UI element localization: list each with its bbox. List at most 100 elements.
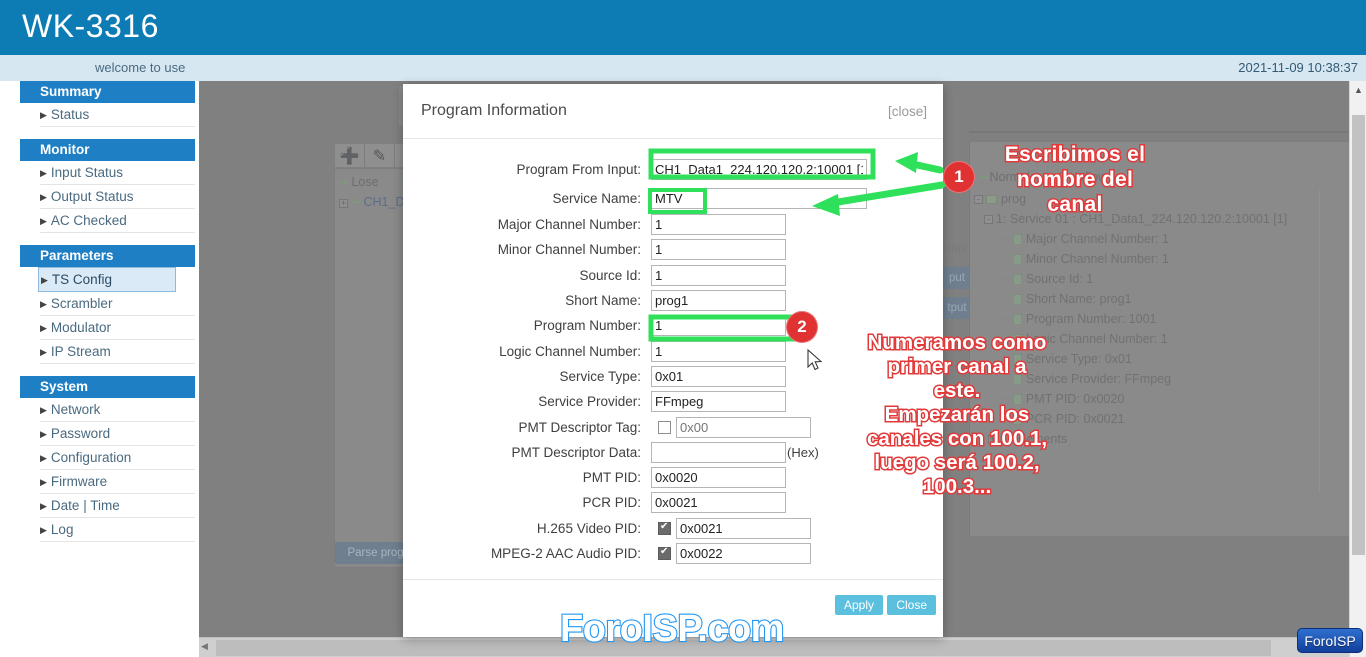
callout-text-2: Numeramos como primer canal a este. Empe… [828,330,1086,500]
triangle-right-icon: ▶ [40,299,47,309]
sidebar-item-label: Scrambler [50,296,113,311]
sidebar-item-label: TS Config [51,272,112,287]
watermark-badge[interactable]: ForoISP [1297,628,1363,653]
mpeg2-aac-audio-pid-field[interactable] [676,543,811,564]
app-title: WK-3316 [22,8,159,44]
field-label: Service Type: [559,368,641,384]
apply-button[interactable]: Apply [834,595,883,615]
sidebar-item-label: AC Checked [50,213,127,228]
field-control [651,467,786,489]
sidebar-item-ts-config[interactable]: ▶ TS Config [38,267,176,292]
sidebar-item-date-time[interactable]: ▶ Date | Time [40,494,195,518]
field-label: Program From Input: [516,161,641,177]
dash-icon: ─ [1002,292,1011,306]
tree-leaf-row[interactable]: ─ Program Number: 1001 [974,309,1354,329]
vertical-scroll-thumb[interactable] [1352,115,1365,555]
sidebar-item-label: Configuration [50,450,132,465]
callout-2-line-5: canales con 100.1, [865,426,1048,452]
tree-leaf-label: Program Number: 1001 [1025,312,1157,326]
sidebar-item-configuration[interactable]: ▶ Configuration [40,446,195,470]
callout-text-1: Escribimos el nombre del canal [975,142,1175,218]
scroll-up-icon[interactable]: ▲ [1350,81,1366,98]
sidebar-item-log[interactable]: ▶ Log [40,518,195,542]
field-row-source-id: Source Id: [403,263,943,288]
sidebar-group-parameters: Parameters [20,245,195,267]
field-label: PCR PID: [582,495,641,511]
sidebar-item-ip-stream[interactable]: ▶ IP Stream [40,340,195,364]
add-icon[interactable]: ➕ [335,144,365,167]
service-type-field[interactable] [651,365,786,387]
sidebar-item-input-status[interactable]: ▶ Input Status [40,161,195,185]
sidebar-item-status[interactable]: ▶ Status [40,103,195,127]
expand-icon[interactable]: + [339,199,348,208]
triangle-right-icon: ▶ [40,323,47,333]
field-row-mpeg2-aac-audio-pid: MPEG-2 AAC Audio PID: [403,541,943,566]
field-control: (Hex) [651,441,819,463]
document-icon [1012,314,1022,326]
pmt-pid-field[interactable] [651,467,786,489]
field-control [651,158,867,180]
sidebar-item-scrambler[interactable]: ▶ Scrambler [40,292,195,316]
field-label: Minor Channel Number: [497,242,641,258]
tree-leaf-label: Source Id: 1 [1025,272,1094,286]
tree-leaf-row[interactable]: ─ Major Channel Number: 1 [974,229,1354,249]
callout-2-line-3: este. [932,378,982,404]
major-channel-number-field[interactable] [651,214,786,236]
arrow-right-icon: ➞ [351,195,362,209]
vertical-scrollbar[interactable]: ▲ [1349,81,1366,657]
pmt-descriptor-tag-field[interactable] [676,416,811,438]
program-from-input-field[interactable] [651,158,867,180]
field-label: Service Name: [552,191,641,206]
h265-video-pid-checkbox[interactable] [658,521,671,535]
sidebar-item-password[interactable]: ▶ Password [40,422,195,446]
minor-channel-number-field[interactable] [651,239,786,261]
pmt-descriptor-tag-checkbox[interactable] [658,420,671,434]
service-provider-field[interactable] [651,391,786,413]
document-icon [1012,254,1022,266]
program-number-field[interactable] [651,315,786,337]
scroll-left-icon[interactable]: ◀ [201,641,208,652]
logic-channel-number-field[interactable] [651,340,786,362]
welcome-text: welcome to use [95,60,186,75]
arrow-right-icon: ➞ [339,175,350,189]
tree-leaf-row[interactable]: ─ Short Name: prog1 [974,289,1354,309]
sidebar-item-modulator[interactable]: ▶ Modulator [40,316,195,340]
triangle-right-icon: ▶ [40,110,47,120]
datetime-text: 2021-11-09 10:38:37 [1238,60,1358,75]
field-label: PMT PID: [582,470,641,486]
sidebar-item-ac-checked[interactable]: ▶ AC Checked [40,209,195,233]
tree-leaf-row[interactable]: ─ Minor Channel Number: 1 [974,249,1354,269]
tree-leaf-label: Minor Channel Number: 1 [1025,252,1169,266]
sidebar-item-network[interactable]: ▶ Network [40,398,195,422]
field-label: PMT Descriptor Tag: [518,419,641,435]
close-link[interactable]: [close] [888,104,927,119]
close-button[interactable]: Close [887,595,936,615]
service-name-field[interactable] [651,188,867,209]
pcr-pid-field[interactable] [651,492,786,514]
field-row-minor-channel-number: Minor Channel Number: [403,237,943,262]
dialog-header: Program Information [close] [403,84,943,139]
h265-video-pid-field[interactable] [676,517,811,539]
field-label: MPEG-2 AAC Audio PID: [490,546,641,561]
field-control [651,340,786,362]
sidebar-item-label: Firmware [50,474,108,489]
short-name-field[interactable] [651,290,786,312]
field-label: PMT Descriptor Data: [511,444,641,460]
sidebar-group-system: System [20,376,195,398]
sidebar-group-summary: Summary [20,81,195,103]
tree-leaf-row[interactable]: ─ Source Id: 1 [974,269,1354,289]
sidebar-item-firmware[interactable]: ▶ Firmware [40,470,195,494]
mpeg2-aac-audio-pid-checkbox[interactable] [658,546,671,560]
field-control [651,188,867,209]
app-header: WK-3316 [0,0,1366,54]
sidebar-item-label: Password [50,426,111,441]
callout-2-line-6: luego será 100.2, [873,450,1041,476]
callout-2-line-4: Empezarán los [883,402,1031,428]
pmt-descriptor-data-field[interactable] [651,441,786,463]
sidebar-item-output-status[interactable]: ▶ Output Status [40,185,195,209]
source-id-field[interactable] [651,264,786,286]
pencil-icon[interactable]: ✎ [365,144,395,167]
dash-icon: ─ [1002,252,1011,266]
sidebar: Summary ▶ Status Monitor ▶ Input Status ▶ O… [0,81,199,657]
